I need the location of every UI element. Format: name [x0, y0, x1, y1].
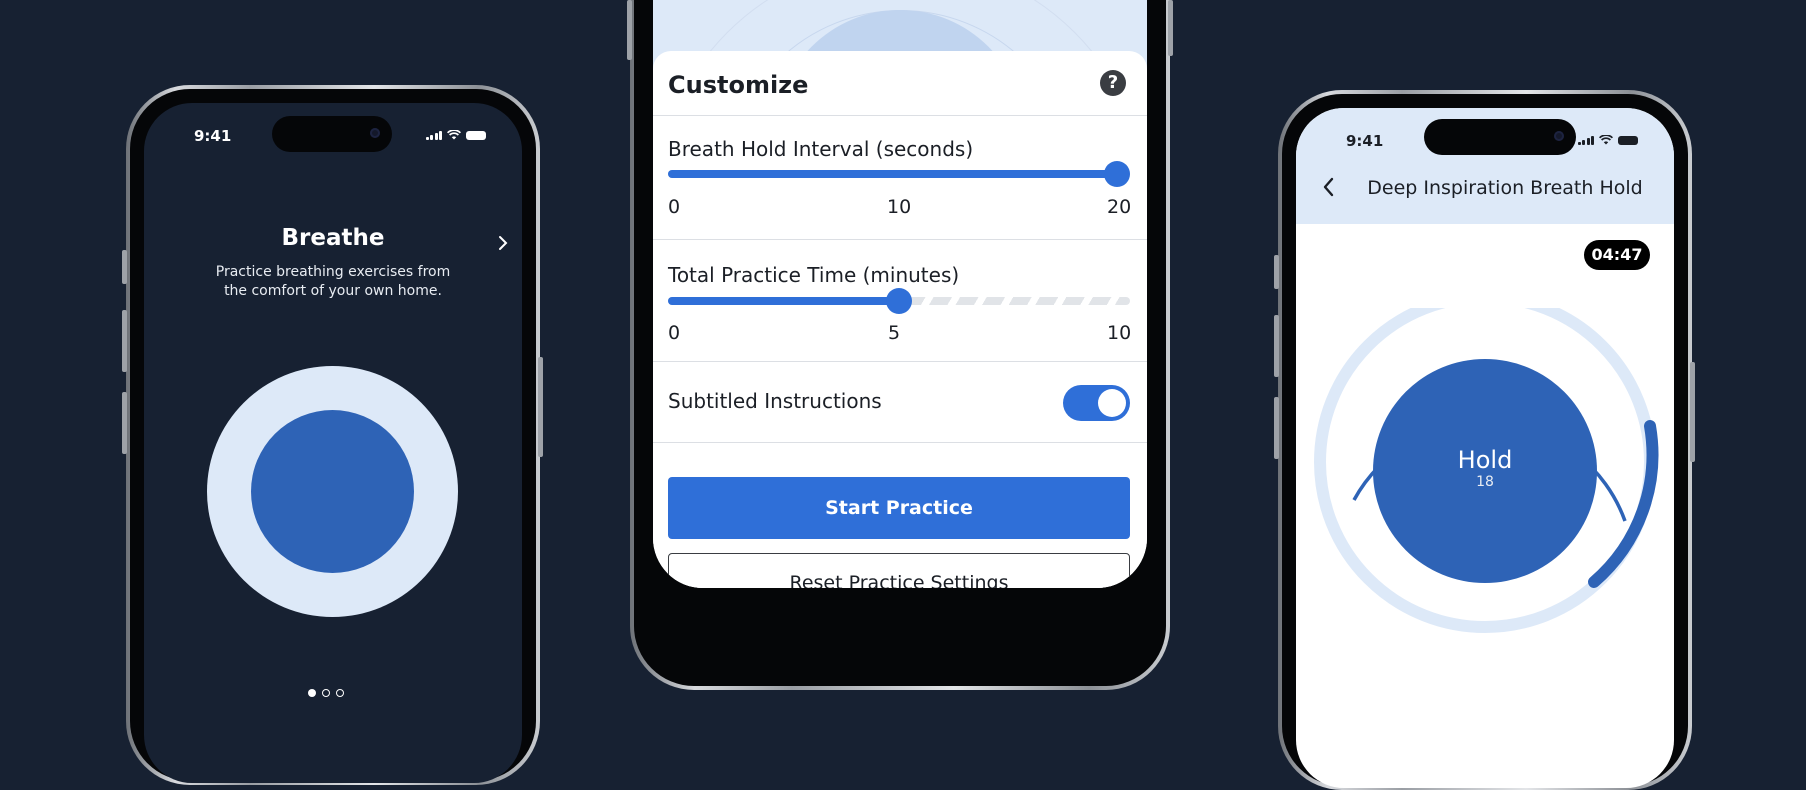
page-dot[interactable] — [336, 689, 344, 697]
side-button — [122, 392, 127, 454]
breath-circle-inner — [251, 410, 414, 573]
side-button — [1690, 362, 1695, 462]
side-button — [1274, 315, 1279, 377]
breath-hold-slider[interactable] — [668, 159, 1130, 189]
description-line-2: the comfort of your own home. — [224, 283, 442, 299]
breath-hold-screen: 9:41 Deep Inspiration Breath Hold 04:47 … — [1296, 108, 1674, 788]
tick-label: 0 — [668, 196, 681, 218]
hold-label: Hold — [1457, 446, 1513, 474]
status-icons — [1577, 135, 1638, 145]
tick-label: 10 — [887, 196, 912, 218]
toggle-knob — [1098, 389, 1126, 417]
subtitles-label: Subtitled Instructions — [668, 389, 882, 413]
tick-label: 0 — [668, 322, 681, 344]
help-icon[interactable]: ? — [1100, 70, 1126, 96]
tick-label: 20 — [1107, 196, 1132, 218]
dynamic-island — [1424, 119, 1576, 155]
description-line-1: Practice breathing exercises from — [215, 264, 451, 280]
slider-knob[interactable] — [886, 288, 912, 314]
practice-time-slider[interactable] — [668, 286, 1130, 316]
phone-right: 9:41 Deep Inspiration Breath Hold 04:47 … — [1278, 90, 1692, 790]
side-button — [122, 310, 127, 372]
side-button — [1274, 397, 1279, 459]
tick-label: 5 — [888, 322, 901, 344]
page-dots — [308, 689, 344, 697]
phone-left: 9:41 Breathe Practice breathing exercise… — [126, 85, 540, 785]
customize-sheet-screen: Customize ? Breath Hold Interval (second… — [653, 0, 1147, 588]
wifi-icon — [1599, 135, 1613, 145]
page-title: Breathe — [281, 225, 385, 251]
timer-badge: 04:47 — [1584, 240, 1650, 270]
breath-hold-label: Breath Hold Interval (seconds) — [668, 137, 974, 161]
slider-fill — [668, 170, 1117, 178]
chevron-right-icon[interactable] — [496, 234, 510, 252]
battery-icon — [1618, 135, 1638, 145]
reset-settings-button[interactable]: Reset Practice Settings — [668, 553, 1130, 588]
practice-time-label: Total Practice Time (minutes) — [668, 263, 960, 287]
page-title: Deep Inspiration Breath Hold — [1367, 177, 1643, 199]
side-button — [1168, 0, 1173, 56]
tick-label: 10 — [1107, 322, 1132, 344]
slider-knob[interactable] — [1104, 161, 1130, 187]
subtitles-toggle[interactable] — [1063, 385, 1130, 421]
status-time: 9:41 — [194, 127, 232, 145]
side-button — [1274, 255, 1279, 289]
side-button — [538, 357, 543, 457]
battery-icon — [466, 130, 486, 140]
slider-fill — [668, 297, 899, 305]
wifi-icon — [447, 130, 461, 140]
hold-count: 18 — [1476, 474, 1494, 490]
page-dot[interactable] — [322, 689, 330, 697]
start-practice-button[interactable]: Start Practice — [668, 477, 1130, 539]
page-dot[interactable] — [308, 689, 316, 697]
customize-sheet: Customize ? Breath Hold Interval (second… — [653, 51, 1147, 588]
status-time: 9:41 — [1346, 132, 1384, 150]
signal-icon — [1577, 135, 1594, 145]
sheet-title: Customize — [668, 71, 809, 99]
status-icons — [425, 130, 486, 140]
phone-center: Customize ? Breath Hold Interval (second… — [630, 0, 1170, 690]
dynamic-island — [272, 116, 392, 152]
side-button — [627, 0, 632, 60]
breathe-screen: 9:41 Breathe Practice breathing exercise… — [144, 103, 522, 783]
side-button — [122, 250, 127, 284]
signal-icon — [425, 130, 442, 140]
